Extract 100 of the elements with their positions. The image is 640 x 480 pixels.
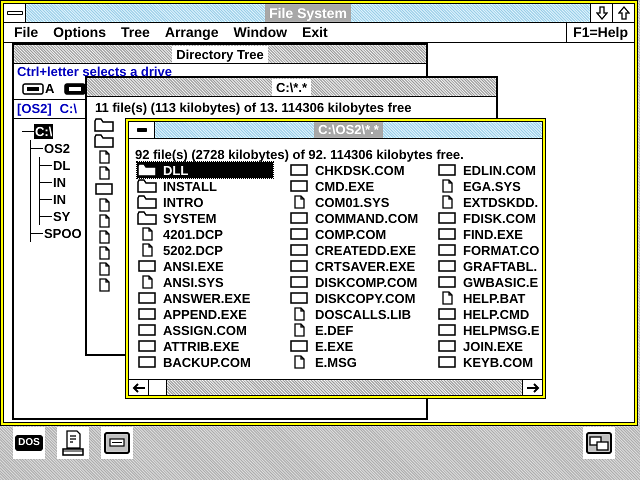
tree-folder[interactable]: SPOO: [43, 226, 83, 241]
window-title: Directory Tree: [172, 46, 268, 62]
menu-item[interactable]: Exit: [302, 22, 328, 43]
folder-icon: [137, 179, 157, 193]
directory-entry[interactable]: EGA.SYS: [437, 178, 542, 194]
directory-entry[interactable]: CHKDSK.COM: [289, 162, 437, 178]
directory-entry[interactable]: EDLIN.COM: [437, 162, 542, 178]
directory-entry[interactable]: BACKUP.COM: [137, 354, 289, 370]
program-icon: [437, 227, 457, 241]
program-icon: [289, 227, 309, 241]
program-icon: [437, 355, 457, 369]
directory-entry[interactable]: COMMAND.COM: [289, 210, 437, 226]
tree-folder[interactable]: C:\: [34, 124, 54, 139]
program-icon: [437, 163, 457, 177]
directory-entry[interactable]: INTRO: [137, 194, 289, 210]
right-arrow-icon: [526, 382, 540, 392]
horizontal-scrollbar[interactable]: [128, 379, 543, 396]
task-switch-icon[interactable]: [583, 427, 615, 459]
tree-folder[interactable]: IN: [52, 192, 67, 207]
drive-hint: Ctrl+letter selects a drive: [16, 64, 173, 79]
drive-button[interactable]: A: [22, 79, 54, 99]
left-arrow-icon: [132, 382, 146, 392]
directory-entry[interactable]: ASSIGN.COM: [137, 322, 289, 338]
directory-entry[interactable]: ANSWER.EXE: [137, 290, 289, 306]
menu-item[interactable]: Arrange: [164, 22, 219, 43]
directory-entry[interactable]: INSTALL: [137, 178, 289, 194]
program-icon: [289, 339, 309, 353]
down-arrow-icon: [596, 6, 608, 20]
directory-entry[interactable]: CRTSAVER.EXE: [289, 258, 437, 274]
drive-button[interactable]: [64, 83, 86, 95]
printer-icon[interactable]: [57, 427, 89, 459]
directory-entry[interactable]: FDISK.COM: [437, 210, 542, 226]
directory-entry[interactable]: DISKCOMP.COM: [289, 274, 437, 290]
directory-entry[interactable]: SYSTEM: [137, 210, 289, 226]
directory-entry[interactable]: EXTDSKDD.: [437, 194, 542, 210]
folder-icon: [94, 134, 114, 148]
program-icon: [437, 307, 457, 321]
directory-entry[interactable]: KEYB.COM: [437, 354, 542, 370]
program-icon: [289, 259, 309, 273]
menu-item[interactable]: Window: [234, 22, 288, 43]
menu-item[interactable]: File: [14, 22, 38, 43]
window-title: C:\OS2\*.*: [314, 122, 383, 138]
program-icon: [437, 243, 457, 257]
directory-entry[interactable]: DISKCOPY.COM: [289, 290, 437, 306]
program-icon: [437, 323, 457, 337]
directory-entry[interactable]: FIND.EXE: [437, 226, 542, 242]
tree-folder[interactable]: IN: [52, 175, 67, 190]
directory-entry[interactable]: HELP.BAT: [437, 290, 542, 306]
directory-entry[interactable]: CMD.EXE: [289, 178, 437, 194]
scroll-right-button[interactable]: [522, 380, 542, 395]
directory-entry[interactable]: 5202.DCP: [137, 242, 289, 258]
tree-folder[interactable]: OS2: [43, 141, 72, 156]
program-icon: [94, 182, 114, 196]
directory-entry[interactable]: DOSCALLS.LIB: [289, 306, 437, 322]
program-icon: [137, 307, 157, 321]
directory-entry[interactable]: COMP.COM: [289, 226, 437, 242]
directory-entry[interactable]: HELPMSG.E: [437, 322, 542, 338]
path-label: C:\: [60, 100, 78, 118]
tree-folder[interactable]: SY: [52, 209, 72, 224]
program-icon: [289, 211, 309, 225]
folder-icon: [137, 211, 157, 225]
directory-entry[interactable]: ANSI.EXE: [137, 258, 289, 274]
program-icon: [137, 323, 157, 337]
directory-entry[interactable]: E.EXE: [289, 338, 437, 354]
window-title: C:\*.*: [272, 78, 312, 96]
program-icon: [437, 259, 457, 273]
dos-icon[interactable]: DOS: [13, 427, 45, 459]
folder-icon: [137, 163, 157, 177]
path-label: [OS2]: [17, 100, 52, 118]
menu-item[interactable]: Options: [53, 22, 106, 43]
disk-summary: 92 file(s) (2728 kilobytes) of 92. 114306 kilobytes free.: [134, 146, 465, 162]
program-icon: [437, 339, 457, 353]
menu-item[interactable]: Tree: [121, 22, 150, 43]
directory-entry[interactable]: GWBASIC.E: [437, 274, 542, 290]
program-icon: [437, 211, 457, 225]
directory-entry[interactable]: E.DEF: [289, 322, 437, 338]
window-title: File System: [265, 4, 351, 22]
tree-folder[interactable]: DL: [52, 158, 72, 173]
directory-entry[interactable]: 4201.DCP: [137, 226, 289, 242]
directory-entry[interactable]: APPEND.EXE: [137, 306, 289, 322]
program-icon: [137, 259, 157, 273]
directory-entry[interactable]: ANSI.SYS: [137, 274, 289, 290]
directory-entry[interactable]: ATTRIB.EXE: [137, 338, 289, 354]
directory-entry[interactable]: DLL: [137, 162, 273, 178]
directory-entry[interactable]: JOIN.EXE: [437, 338, 542, 354]
program-icon: [137, 355, 157, 369]
directory-entry[interactable]: E.MSG: [289, 354, 437, 370]
directory-entry[interactable]: COM01.SYS: [289, 194, 437, 210]
program-icon: [289, 291, 309, 305]
program-icon: [289, 275, 309, 289]
program-icon: [437, 275, 457, 289]
tree-connector: [22, 131, 34, 132]
program-icon: [289, 243, 309, 257]
program-icon: [289, 163, 309, 177]
directory-entry[interactable]: GRAFTABL.: [437, 258, 542, 274]
program-icon: [137, 291, 157, 305]
directory-entry[interactable]: HELP.CMD: [437, 306, 542, 322]
directory-entry[interactable]: FORMAT.CO: [437, 242, 542, 258]
window-icon[interactable]: [101, 427, 133, 459]
directory-entry[interactable]: CREATEDD.EXE: [289, 242, 437, 258]
